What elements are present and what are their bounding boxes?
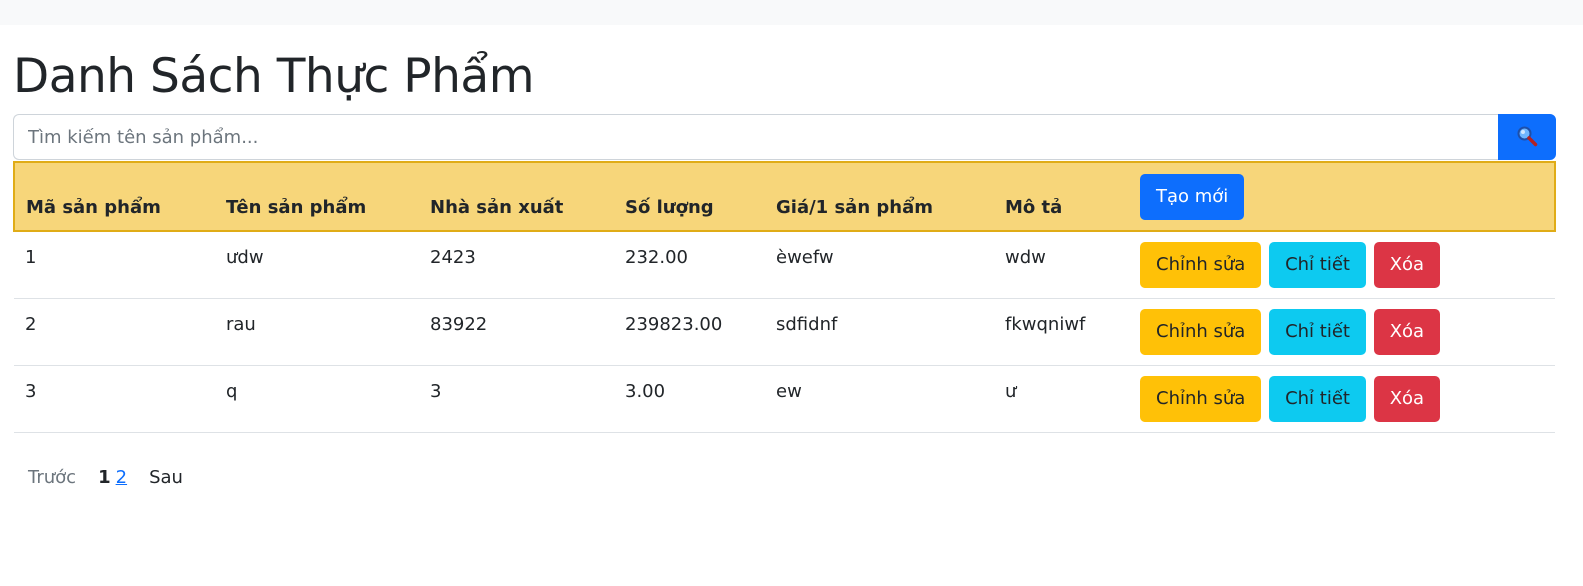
cell-quantity: 239823.00: [625, 313, 723, 335]
cell-id: 1: [25, 247, 37, 268]
search-form: [13, 114, 1556, 160]
cell-price: èwefw: [776, 247, 834, 268]
pagination-next[interactable]: Sau: [149, 467, 183, 488]
cell-name: rau: [226, 313, 256, 335]
delete-button[interactable]: Xóa: [1373, 241, 1441, 288]
cell-actions: Chỉnh sửa Chỉ tiết Xóa: [1129, 298, 1555, 365]
column-header-price: Giá/1 sản phẩm: [765, 161, 994, 232]
create-button[interactable]: Tạo mới: [1140, 173, 1245, 220]
delete-button[interactable]: Xóa: [1373, 308, 1441, 355]
cell-description: wdw: [1005, 247, 1046, 268]
cell-description: ư: [1005, 380, 1017, 402]
delete-button[interactable]: Xóa: [1373, 375, 1441, 422]
cell-price: ew: [776, 380, 802, 402]
cell-actions: Chỉnh sửa Chỉ tiết Xóa: [1129, 365, 1555, 432]
detail-button[interactable]: Chỉ tiết: [1269, 241, 1366, 288]
column-header-manufacturer: Nhà sản xuất: [419, 161, 614, 232]
column-header-actions: Tạo mới: [1129, 161, 1556, 232]
cell-id: 3: [25, 380, 37, 402]
top-navbar: [0, 0, 1583, 25]
cell-description: fkwqniwf: [1005, 313, 1086, 335]
cell-price: sdfidnf: [776, 313, 838, 335]
cell-quantity: 3.00: [625, 380, 666, 402]
column-header-id: Mã sản phẩm: [13, 161, 215, 232]
pagination-current-page: 1: [98, 466, 111, 488]
cell-actions: Chỉnh sửa Chỉ tiết Xóa: [1129, 231, 1555, 298]
cell-name: q: [226, 380, 238, 402]
page-title: Danh Sách Thực Phẩm: [13, 49, 535, 104]
search-input[interactable]: [13, 114, 1498, 160]
column-header-name: Tên sản phẩm: [215, 161, 419, 232]
pagination-prev[interactable]: Trước: [28, 467, 76, 488]
search-button[interactable]: [1498, 114, 1556, 160]
cell-quantity: 232.00: [625, 247, 688, 268]
column-header-quantity: Số lượng: [614, 161, 765, 232]
column-header-description: Mô tả: [994, 161, 1129, 232]
products-table: Mã sản phẩm Tên sản phẩm Nhà sản xuất Số…: [13, 161, 1556, 433]
detail-button[interactable]: Chỉ tiết: [1269, 375, 1366, 422]
edit-button[interactable]: Chỉnh sửa: [1140, 308, 1262, 355]
magnifier-icon: [1516, 125, 1538, 150]
edit-button[interactable]: Chỉnh sửa: [1140, 375, 1262, 422]
table-row: 1 ưdw 2423 232.00 èwefw wdw Chỉnh sửa Ch…: [14, 231, 1555, 298]
cell-id: 2: [25, 313, 37, 335]
cell-manufacturer: 3: [430, 380, 442, 402]
table-row: 3 q 3 3.00 ew ư Chỉnh sửa Chỉ tiết Xóa: [14, 365, 1555, 432]
pagination: Trước 1 2 Sau: [28, 464, 183, 490]
table-row: 2 rau 83922 239823.00 sdfidnf fkwqniwf C…: [14, 298, 1555, 365]
detail-button[interactable]: Chỉ tiết: [1269, 308, 1366, 355]
edit-button[interactable]: Chỉnh sửa: [1140, 241, 1262, 288]
cell-manufacturer: 83922: [430, 313, 488, 335]
pagination-page-link[interactable]: 2: [116, 467, 127, 488]
cell-name: ưdw: [226, 247, 264, 268]
table-header-row: Mã sản phẩm Tên sản phẩm Nhà sản xuất Số…: [13, 161, 1556, 232]
cell-manufacturer: 2423: [430, 247, 476, 268]
